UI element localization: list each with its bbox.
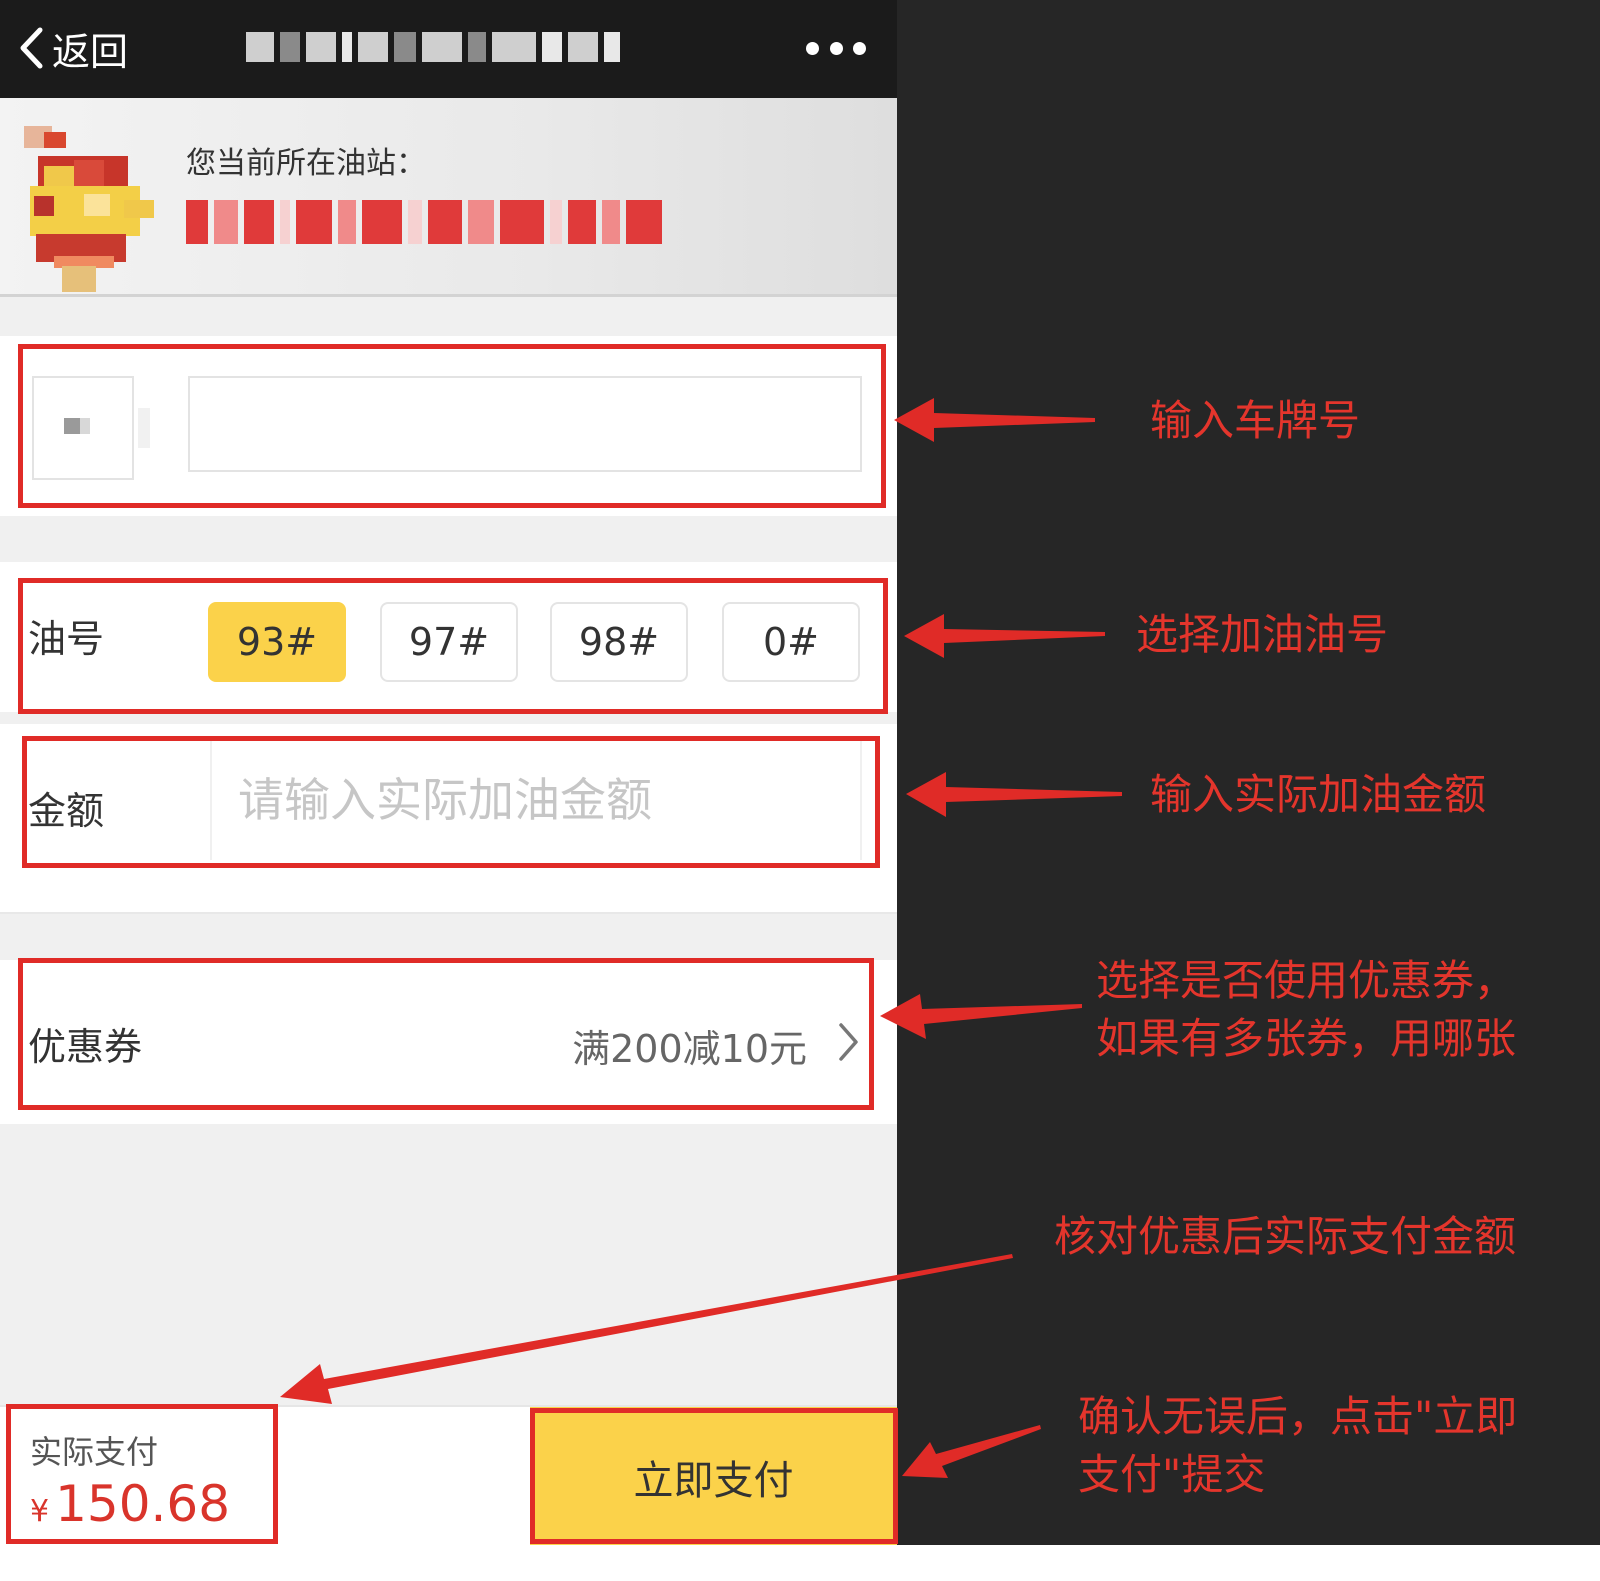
note-coupon-line1: 选择是否使用优惠券， xyxy=(1096,956,1517,1005)
note-confirm-line2: 支付"提交 xyxy=(1078,1450,1266,1499)
note-fuel: 选择加油油号 xyxy=(1136,610,1389,659)
arrow-fuel xyxy=(904,614,1105,658)
note-plate: 输入车牌号 xyxy=(1150,396,1361,445)
note-actual: 核对优惠后实际支付金额 xyxy=(1054,1212,1517,1261)
arrow-plate xyxy=(894,398,1095,442)
note-confirm-line1: 确认无误后，点击"立即 xyxy=(1078,1392,1518,1441)
arrow-coupon xyxy=(880,994,1082,1039)
arrow-actual xyxy=(280,1254,1013,1404)
note-amount: 输入实际加油金额 xyxy=(1150,770,1487,819)
arrow-confirm xyxy=(902,1425,1041,1478)
arrow-amount xyxy=(906,772,1122,817)
note-coupon-line2: 如果有多张券，用哪张 xyxy=(1096,1014,1517,1063)
